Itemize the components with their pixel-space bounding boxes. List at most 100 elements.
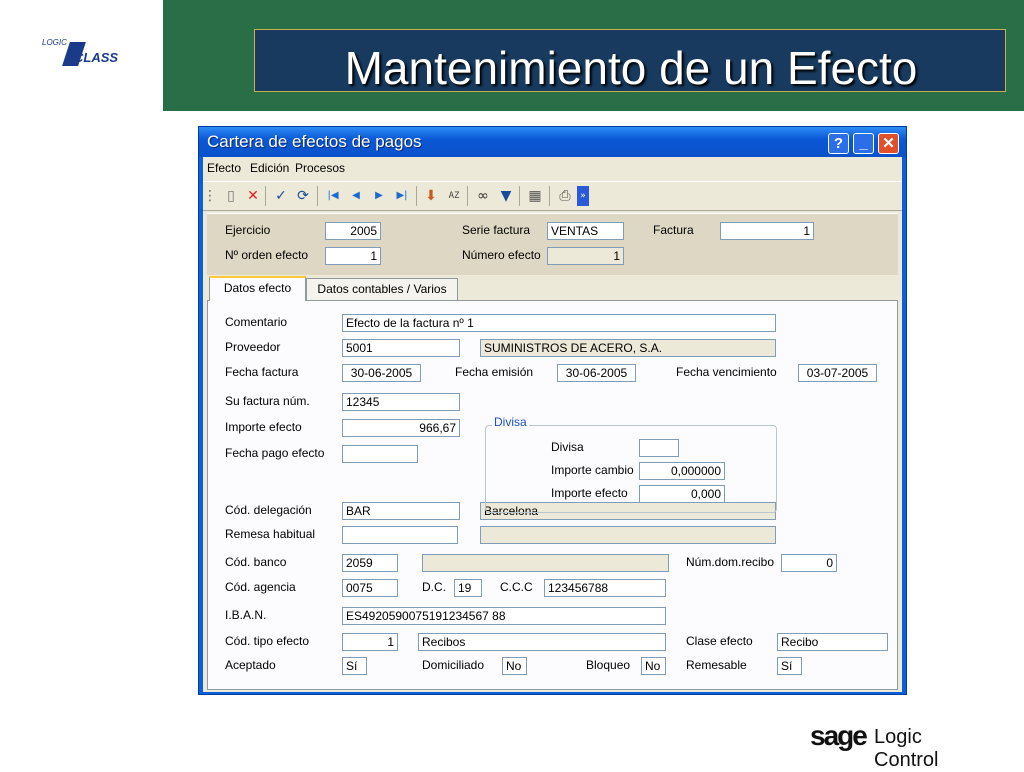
delegacion-label: Cód. delegación	[225, 503, 312, 517]
domiciliado-label: Domiciliado	[422, 658, 485, 672]
iban-field[interactable]: ES4920590075191234567 88	[342, 607, 666, 625]
serie-label: Serie factura	[462, 223, 531, 237]
print-icon[interactable]: ⎙	[555, 186, 575, 206]
minimize-button[interactable]: _	[853, 133, 874, 154]
fecha-vencimiento-field[interactable]: 03-07-2005	[798, 364, 877, 382]
importe-cambio-field[interactable]: 0,000000	[639, 462, 725, 480]
num-dom-field[interactable]: 0	[781, 554, 837, 572]
remesa-nombre-field	[480, 526, 776, 544]
bloqueo-field[interactable]: No	[641, 657, 666, 675]
glasses-icon[interactable]: ∞	[473, 186, 493, 206]
tipo-efecto-field[interactable]: 1	[342, 633, 398, 651]
serie-field[interactable]: VENTAS	[547, 222, 624, 240]
toolbar-separator	[265, 186, 266, 206]
toolbar-separator	[549, 186, 550, 206]
calendar-icon[interactable]: ▦	[525, 186, 545, 206]
importe-field[interactable]: 966,67	[342, 419, 460, 437]
numero-label: Número efecto	[462, 248, 541, 262]
fecha-factura-label: Fecha factura	[225, 365, 299, 379]
ejercicio-field[interactable]: 2005	[325, 222, 381, 240]
dc-field[interactable]: 19	[454, 579, 482, 597]
window-client: Efecto Edición Procesos ⋮ ▯ ✕ ✓ ⟳ |◀ ◀ ▶…	[203, 157, 902, 692]
importe-efecto-divisa-label: Importe efecto	[551, 486, 628, 500]
aceptado-field[interactable]: Sí	[342, 657, 367, 675]
new-doc-icon[interactable]: ▯	[221, 186, 241, 206]
su-factura-field[interactable]: 12345	[342, 393, 460, 411]
importe-label: Importe efecto	[225, 420, 302, 434]
clase-efecto-field[interactable]: Recibo	[777, 633, 888, 651]
refresh-icon[interactable]: ⟳	[293, 186, 313, 206]
norden-label: Nº orden efecto	[225, 248, 309, 262]
ccc-label: C.C.C	[500, 580, 533, 594]
last-record-icon[interactable]: ▶|	[392, 186, 412, 206]
toolbar-separator	[467, 186, 468, 206]
remesable-field[interactable]: Sí	[777, 657, 802, 675]
sage-logo-text: sage	[810, 720, 868, 751]
menu-edicion[interactable]: Edición	[250, 161, 289, 175]
proveedor-label: Proveedor	[225, 340, 281, 354]
banco-label: Cód. banco	[225, 555, 287, 569]
remesa-field[interactable]	[342, 526, 458, 544]
proveedor-field[interactable]: 5001	[342, 339, 460, 357]
toolbar-separator	[416, 186, 417, 206]
ccc-field[interactable]: 123456788	[544, 579, 666, 597]
slide-title: Mantenimiento de un Efecto	[344, 42, 918, 94]
su-factura-label: Su factura núm.	[225, 394, 310, 408]
bloqueo-label: Bloqueo	[586, 658, 631, 672]
toolbar-separator	[317, 186, 318, 206]
logicclass-logo: LOGIC CLASS	[42, 38, 132, 78]
agencia-field[interactable]: 0075	[342, 579, 398, 597]
tipo-efecto-label: Cód. tipo efecto	[225, 634, 310, 648]
window-titlebar[interactable]: Cartera de efectos de pagos ? _ ✕	[199, 127, 906, 157]
close-button[interactable]: ✕	[878, 133, 899, 154]
comentario-field[interactable]: Efecto de la factura nº 1	[342, 314, 776, 332]
fecha-emision-label: Fecha emisión	[455, 365, 534, 379]
menu-efecto[interactable]: Efecto	[207, 161, 241, 175]
remesa-label: Remesa habitual	[225, 527, 316, 541]
first-record-icon[interactable]: |◀	[323, 186, 343, 206]
grip-icon[interactable]: ⋮	[203, 186, 217, 206]
logic-control-logo-text: Logic Control	[874, 726, 939, 771]
domiciliado-field[interactable]: No	[502, 657, 527, 675]
menu-procesos[interactable]: Procesos	[295, 161, 345, 175]
previous-record-icon[interactable]: ◀	[346, 186, 366, 206]
ejercicio-label: Ejercicio	[225, 223, 271, 237]
aceptado-label: Aceptado	[225, 658, 276, 672]
tipo-efecto-nombre-field: Recibos	[418, 633, 666, 651]
comentario-label: Comentario	[225, 315, 288, 329]
sort-az-icon[interactable]: AZ	[444, 186, 464, 206]
dc-label: D.C.	[422, 580, 446, 594]
filter-icon[interactable]: ▼	[496, 186, 516, 206]
num-dom-label: Núm.dom.recibo	[686, 555, 775, 569]
delegacion-field[interactable]: BAR	[342, 502, 460, 520]
header-panel: Ejercicio 2005 Serie factura VENTAS Fact…	[207, 213, 898, 275]
help-button[interactable]: ?	[828, 133, 849, 154]
remesable-label: Remesable	[686, 658, 747, 672]
importe-cambio-label: Importe cambio	[551, 463, 634, 477]
fecha-pago-label: Fecha pago efecto	[225, 446, 325, 460]
app-window: Cartera de efectos de pagos ? _ ✕ Efecto…	[198, 126, 907, 695]
toolbar: ⋮ ▯ ✕ ✓ ⟳ |◀ ◀ ▶ ▶| ⬇ AZ ∞ ▼ ▦ ⎙ »	[203, 181, 902, 211]
slide-title-box: Mantenimiento de un Efecto	[254, 29, 1006, 94]
fecha-pago-field[interactable]	[342, 445, 418, 463]
numero-field: 1	[547, 247, 624, 265]
delete-icon[interactable]: ✕	[243, 186, 263, 206]
tab-datos-contables[interactable]: Datos contables / Varios	[306, 278, 458, 300]
fecha-vencimiento-label: Fecha vencimiento	[676, 365, 777, 379]
banco-field[interactable]: 2059	[342, 554, 398, 572]
accept-icon[interactable]: ✓	[271, 186, 291, 206]
sage-logic-control-logo: sage Logic Control	[810, 720, 990, 771]
divisa-group-title: Divisa	[492, 415, 529, 429]
banco-nombre-field	[422, 554, 669, 572]
clase-efecto-label: Clase efecto	[686, 634, 753, 648]
factura-field[interactable]: 1	[720, 222, 814, 240]
next-record-icon[interactable]: ▶	[369, 186, 389, 206]
tab-datos-efecto[interactable]: Datos efecto	[209, 276, 306, 301]
fecha-emision-field[interactable]: 30-06-2005	[557, 364, 636, 382]
search-icon[interactable]: ⬇	[421, 186, 441, 206]
more-icon[interactable]: »	[577, 186, 589, 206]
fecha-factura-field[interactable]: 30-06-2005	[342, 364, 421, 382]
importe-efecto-divisa-field[interactable]: 0,000	[639, 485, 725, 503]
norden-field[interactable]: 1	[325, 247, 381, 265]
divisa-field[interactable]	[639, 439, 679, 457]
